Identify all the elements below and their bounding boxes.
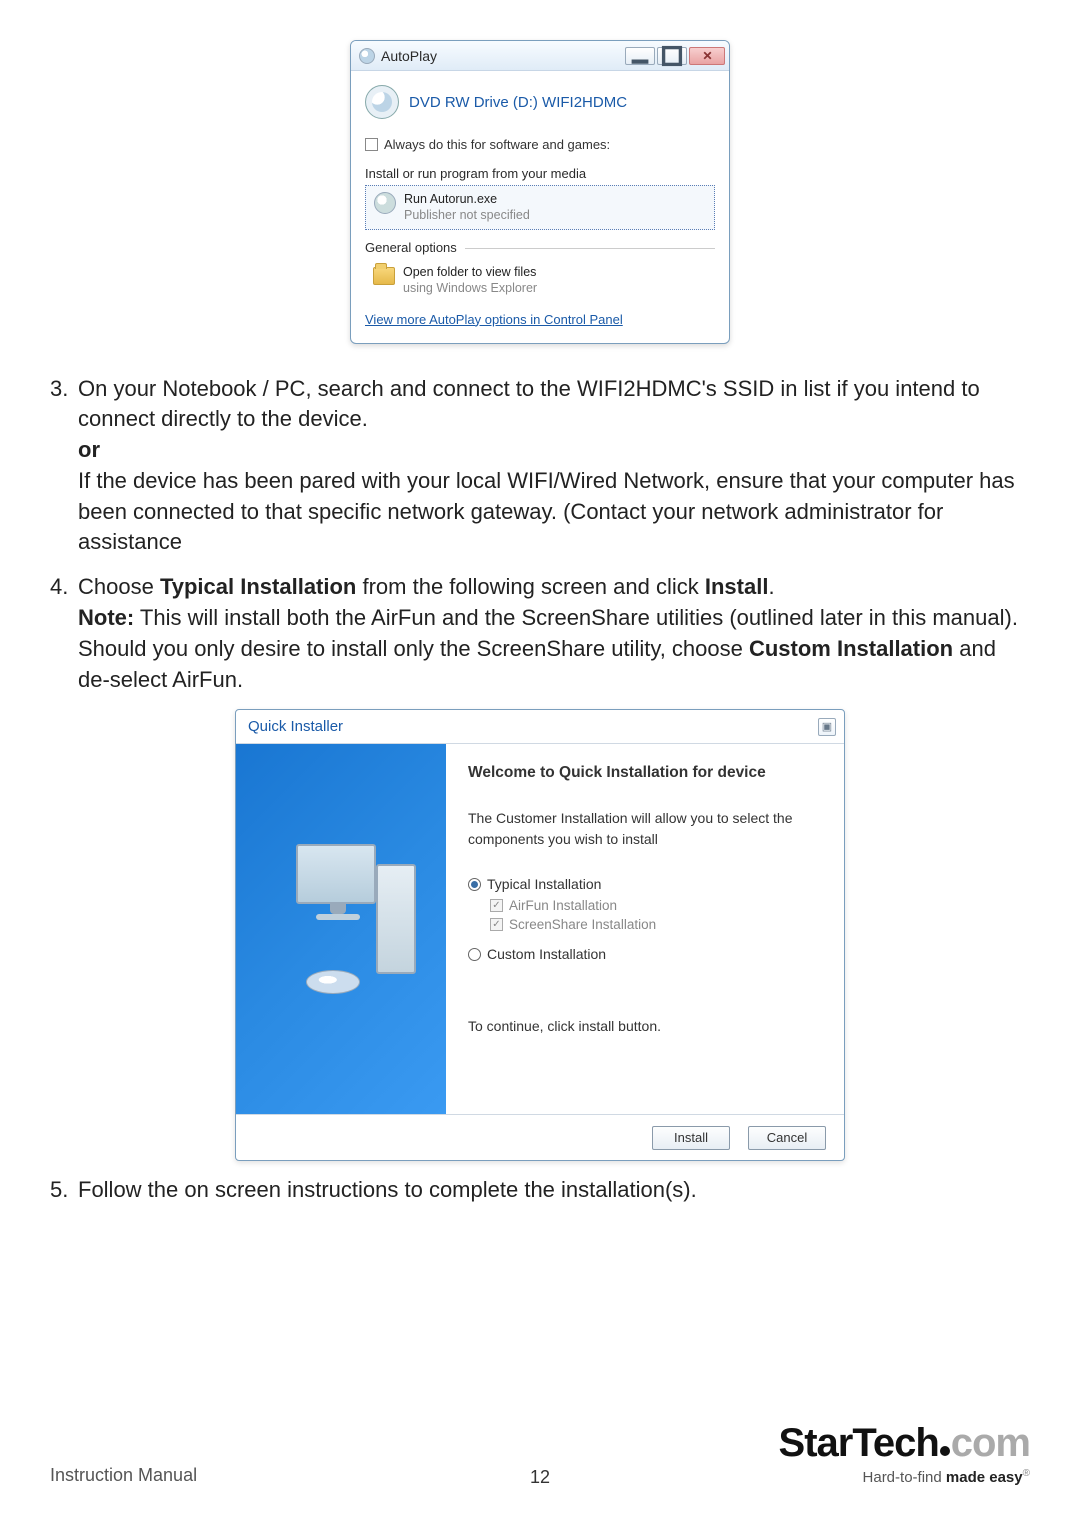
radio-icon — [468, 878, 481, 891]
open-folder-sub: using Windows Explorer — [403, 281, 537, 297]
airfun-checkbox-row: ✓ AirFun Installation — [490, 898, 822, 913]
installer-welcome: Welcome to Quick Installation for device — [468, 764, 822, 782]
quick-installer-dialog: Quick Installer ▣ Welcome to Quick Insta… — [235, 709, 845, 1161]
always-label: Always do this for software and games: — [384, 137, 610, 152]
run-autorun-sub: Publisher not specified — [404, 208, 530, 224]
always-checkbox[interactable] — [365, 138, 378, 151]
autoplay-titlebar: AutoPlay — [351, 41, 729, 71]
cancel-button[interactable]: Cancel — [748, 1126, 826, 1150]
radio-icon — [468, 948, 481, 961]
installer-continue-text: To continue, click install button. — [468, 1018, 822, 1034]
folder-icon — [373, 267, 395, 285]
step-number: 3. — [50, 374, 78, 559]
screenshare-checkbox-row: ✓ ScreenShare Installation — [490, 917, 822, 932]
autoplay-dialog: AutoPlay DVD RW Drive (D:) WIFI2HDMC Alw… — [350, 40, 730, 344]
install-group-title: Install or run program from your media — [365, 166, 715, 181]
more-options-link[interactable]: View more AutoPlay options in Control Pa… — [365, 312, 623, 327]
installer-sidebar-art — [236, 744, 446, 1114]
checkbox-icon: ✓ — [490, 918, 503, 931]
step-number: 5. — [50, 1175, 78, 1206]
cd-icon — [306, 970, 360, 994]
startech-logo: StarTechcom Hard-to-find made easy® — [779, 1421, 1030, 1486]
open-folder-option[interactable]: Open folder to view files using Windows … — [365, 261, 715, 300]
disc-icon — [359, 48, 375, 64]
run-autorun-option[interactable]: Run Autorun.exe Publisher not specified — [365, 185, 715, 230]
step-number: 4. — [50, 572, 78, 695]
drive-label: DVD RW Drive (D:) WIFI2HDMC — [409, 94, 627, 111]
footer-left: Instruction Manual — [50, 1465, 197, 1486]
step-3-text: On your Notebook / PC, search and connec… — [78, 374, 1030, 559]
logo-dot-icon — [940, 1446, 950, 1456]
installer-title: Quick Installer — [248, 718, 818, 735]
custom-installation-radio[interactable]: Custom Installation — [468, 946, 822, 962]
drive-row: DVD RW Drive (D:) WIFI2HDMC — [365, 81, 715, 137]
step-5-text: Follow the on screen instructions to com… — [78, 1175, 1030, 1206]
autoplay-title: AutoPlay — [381, 48, 625, 64]
run-autorun-label: Run Autorun.exe — [404, 192, 530, 208]
install-button[interactable]: Install — [652, 1126, 730, 1150]
general-group-title: General options — [365, 240, 715, 255]
maximize-button[interactable] — [657, 47, 687, 65]
installer-description: The Customer Installation will allow you… — [468, 808, 822, 850]
window-menu-icon[interactable]: ▣ — [818, 718, 836, 736]
close-button[interactable] — [689, 47, 725, 65]
typical-installation-radio[interactable]: Typical Installation — [468, 876, 822, 892]
monitor-icon — [296, 844, 376, 904]
open-folder-label: Open folder to view files — [403, 265, 537, 281]
dvd-drive-icon — [365, 85, 399, 119]
pc-tower-icon — [376, 864, 416, 974]
step-4-text: Choose Typical Installation from the fol… — [78, 572, 1030, 695]
checkbox-icon: ✓ — [490, 899, 503, 912]
minimize-button[interactable] — [625, 47, 655, 65]
disc-icon — [374, 192, 396, 214]
